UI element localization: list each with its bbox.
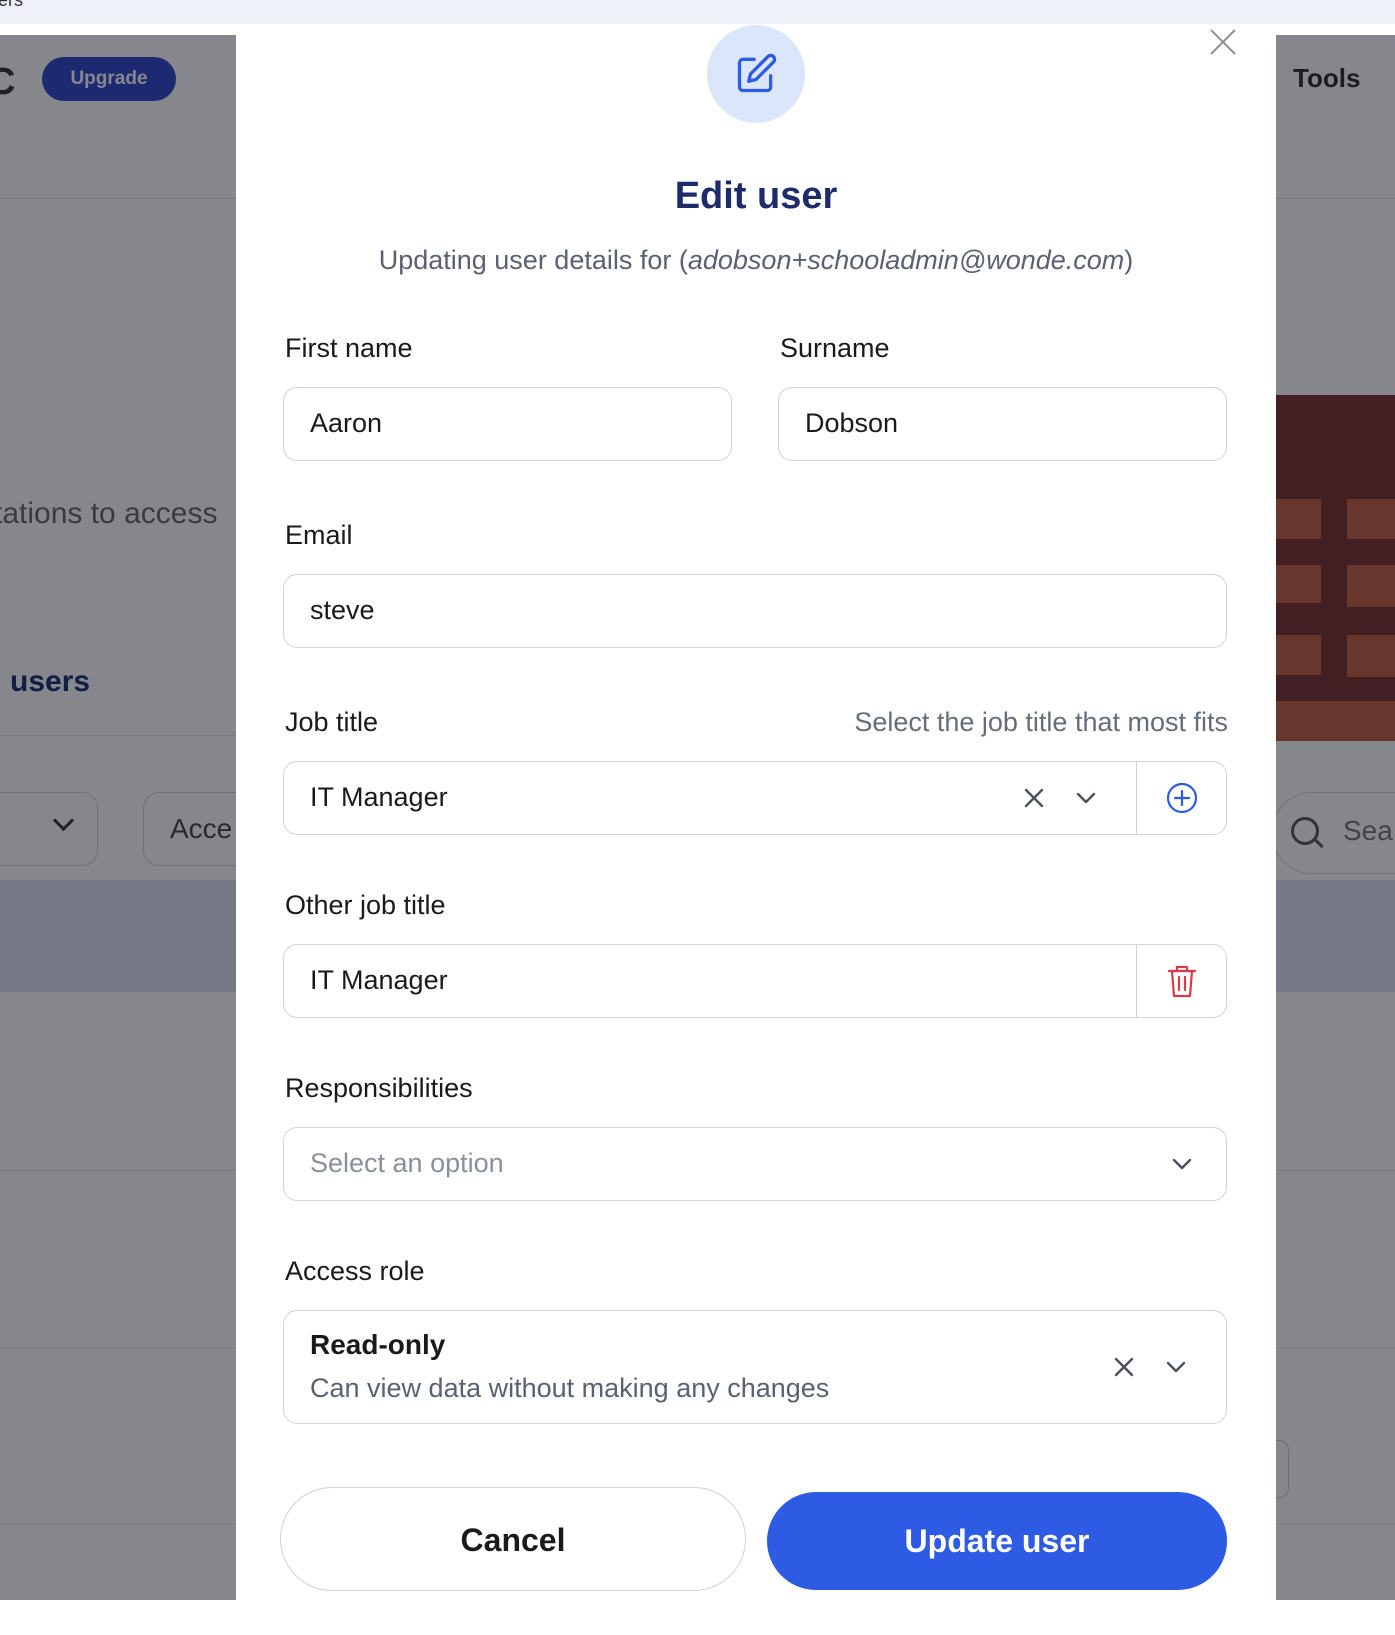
- edit-icon-badge: [707, 25, 805, 123]
- other-job-title-label: Other job title: [285, 890, 446, 920]
- delete-other-job-title-button[interactable]: [1136, 945, 1226, 1017]
- first-name-label: First name: [285, 333, 413, 363]
- job-title-label: Job title: [285, 707, 379, 737]
- access-role-description: Can view data without making any changes: [310, 1373, 830, 1403]
- subtitle-prefix: Updating user details for (: [378, 245, 688, 275]
- update-user-button[interactable]: Update user: [767, 1492, 1227, 1590]
- responsibilities-select[interactable]: Select an option: [283, 1127, 1227, 1201]
- job-title-select[interactable]: IT Manager: [283, 761, 1227, 835]
- plus-circle-icon: [1166, 782, 1197, 814]
- surname-value: Dobson: [805, 408, 899, 438]
- responsibilities-placeholder: Select an option: [310, 1148, 504, 1178]
- job-title-value: IT Manager: [310, 782, 448, 812]
- first-name-value: Aaron: [310, 408, 383, 438]
- chevron-down-icon[interactable]: [1068, 780, 1104, 816]
- surname-label: Surname: [780, 333, 890, 363]
- chevron-down-icon[interactable]: [1164, 1146, 1200, 1182]
- edit-user-modal: Edit user Updating user details for (ado…: [236, 25, 1276, 1635]
- modal-subtitle: Updating user details for (adobson+schoo…: [236, 245, 1276, 276]
- email-field[interactable]: steve: [283, 574, 1227, 648]
- responsibilities-label: Responsibilities: [285, 1073, 473, 1103]
- subtitle-email: adobson+schooladmin@wonde.com: [687, 245, 1125, 275]
- email-label: Email: [285, 520, 353, 550]
- tab-title-fragment: ers: [0, 0, 24, 10]
- job-title-hint: Select the job title that most fits: [854, 707, 1228, 737]
- subtitle-suffix: ): [1124, 245, 1134, 275]
- clear-icon[interactable]: [1016, 780, 1052, 816]
- first-name-field[interactable]: Aaron: [283, 387, 732, 461]
- edit-icon: [737, 53, 777, 93]
- access-role-value: Read-only: [310, 1329, 446, 1360]
- access-role-select[interactable]: Read-only Can view data without making a…: [283, 1310, 1227, 1424]
- close-icon[interactable]: [1204, 25, 1244, 65]
- other-job-title-value: IT Manager: [310, 965, 448, 995]
- other-job-title-field[interactable]: IT Manager: [283, 944, 1227, 1018]
- add-job-title-button[interactable]: [1136, 762, 1226, 834]
- browser-tab-strip: ers: [0, 0, 1395, 24]
- surname-field[interactable]: Dobson: [778, 387, 1227, 461]
- trash-icon: [1167, 965, 1196, 998]
- cancel-button[interactable]: Cancel: [280, 1487, 746, 1591]
- access-role-label: Access role: [285, 1256, 425, 1286]
- modal-title: Edit user: [674, 175, 838, 217]
- email-value: steve: [310, 595, 375, 625]
- chevron-down-icon[interactable]: [1158, 1349, 1194, 1385]
- clear-icon[interactable]: [1106, 1349, 1142, 1385]
